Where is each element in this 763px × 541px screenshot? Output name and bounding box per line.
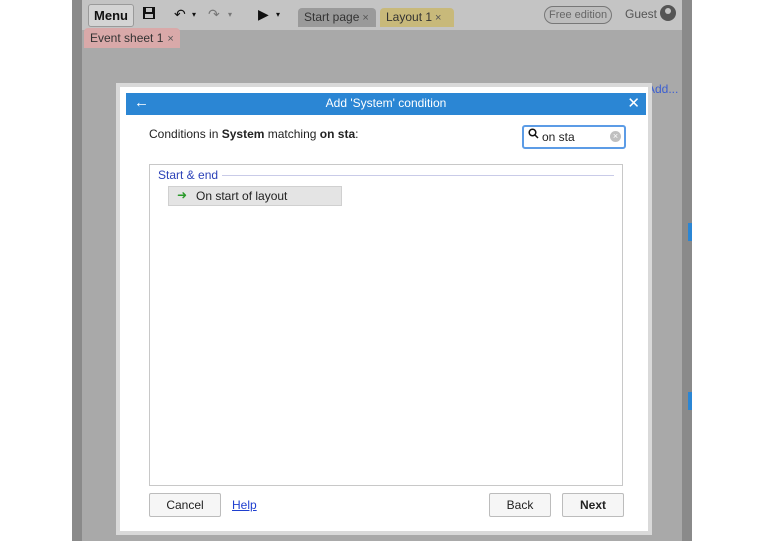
arrow-right-icon: ➜ bbox=[177, 188, 188, 202]
save-icon[interactable] bbox=[142, 6, 156, 23]
close-icon[interactable]: × bbox=[167, 33, 173, 45]
undo-dropdown-icon[interactable]: ▾ bbox=[192, 10, 196, 19]
tab-start-page[interactable]: Start page × bbox=[298, 8, 376, 27]
add-action-link[interactable]: Add... bbox=[647, 82, 678, 96]
clear-search-icon[interactable]: × bbox=[610, 131, 621, 142]
user-label[interactable]: Guest bbox=[625, 7, 657, 21]
main-toolbar: Menu ↶ ▾ ↷ ▾ ▶ ▾ Start page × Layout 1 × F… bbox=[82, 0, 682, 30]
list-item[interactable]: ➜ On start of layout bbox=[168, 186, 342, 206]
redo-dropdown-icon[interactable]: ▾ bbox=[228, 10, 232, 19]
close-icon[interactable]: × bbox=[435, 12, 441, 24]
user-avatar-icon[interactable] bbox=[660, 5, 676, 21]
tab-event-sheet-1[interactable]: Event sheet 1 × bbox=[84, 28, 180, 48]
tab-label: Layout 1 bbox=[386, 10, 433, 24]
prompt-suffix: : bbox=[355, 127, 359, 141]
close-icon[interactable]: × bbox=[362, 12, 368, 24]
prompt-object: System bbox=[221, 127, 265, 141]
prompt-middle: matching bbox=[264, 127, 320, 141]
tab-label: Start page bbox=[304, 10, 360, 24]
tab-layout-1[interactable]: Layout 1 × bbox=[380, 8, 454, 27]
play-icon[interactable]: ▶ bbox=[258, 6, 269, 23]
close-icon[interactable]: ✕ bbox=[627, 94, 640, 112]
next-button[interactable]: Next bbox=[562, 493, 624, 517]
dialog-title: Add 'System' condition bbox=[325, 96, 447, 110]
cancel-button[interactable]: Cancel bbox=[149, 493, 221, 517]
group-heading: Start & end bbox=[158, 168, 223, 182]
undo-icon[interactable]: ↶ bbox=[174, 6, 186, 23]
search-prompt: Conditions in System matching on sta: bbox=[149, 127, 358, 141]
redo-icon[interactable]: ↷ bbox=[208, 6, 220, 23]
conditions-list[interactable]: Start & end ➜ On start of layout bbox=[149, 164, 623, 486]
list-item-label: On start of layout bbox=[196, 189, 288, 203]
prompt-prefix: Conditions in bbox=[149, 127, 222, 141]
edition-badge[interactable]: Free edition bbox=[544, 6, 613, 24]
search-icon bbox=[528, 128, 539, 142]
search-value[interactable]: on sta bbox=[542, 130, 575, 144]
scroll-accent bbox=[688, 223, 692, 241]
back-button[interactable]: Back bbox=[489, 493, 551, 517]
search-input[interactable]: on sta × bbox=[522, 125, 626, 149]
prompt-query: on sta bbox=[319, 127, 356, 141]
dialog-title-bar: ← Add 'System' condition ✕ bbox=[126, 93, 646, 115]
add-condition-dialog: ← Add 'System' condition ✕ Conditions in… bbox=[120, 87, 648, 531]
help-link[interactable]: Help bbox=[232, 498, 257, 512]
group-divider bbox=[158, 175, 614, 176]
menu-button[interactable]: Menu bbox=[88, 4, 134, 27]
tab-label: Event sheet 1 bbox=[90, 31, 164, 45]
play-dropdown-icon[interactable]: ▾ bbox=[276, 10, 280, 19]
scroll-accent bbox=[688, 392, 692, 410]
